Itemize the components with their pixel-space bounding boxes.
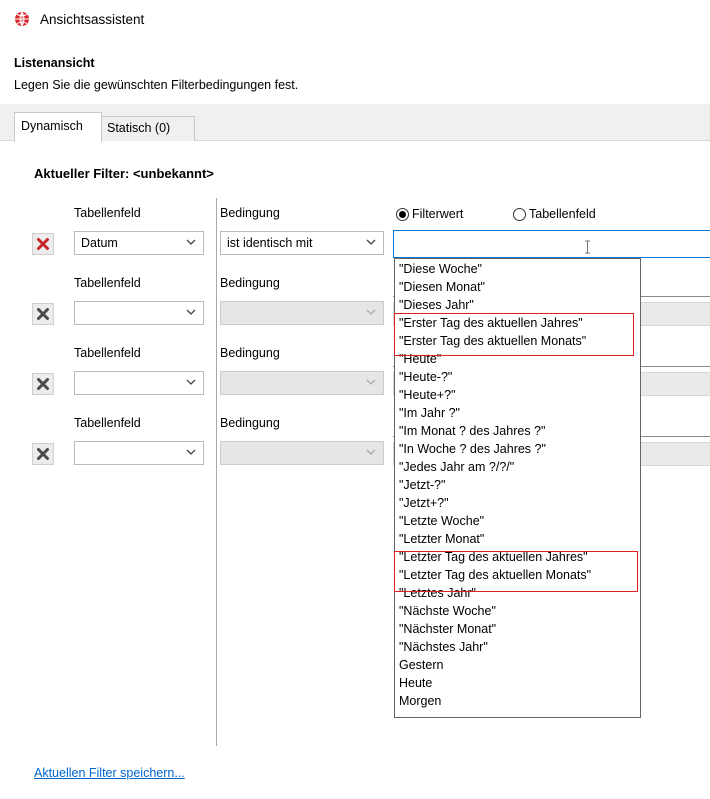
- dropdown-item[interactable]: Morgen: [399, 693, 441, 710]
- close-icon: [37, 308, 49, 320]
- radio-tabellenfeld-label: Tabellenfeld: [529, 207, 596, 221]
- chevron-down-icon: [186, 309, 196, 315]
- select-value: ist identisch mit: [227, 236, 313, 250]
- table-field-label: Tabellenfeld: [74, 276, 141, 290]
- tab-label: Dynamisch: [21, 119, 83, 133]
- dropdown-item[interactable]: "Nächstes Jahr": [399, 639, 488, 656]
- condition-label: Bedingung: [220, 206, 280, 220]
- dropdown-item[interactable]: "In Woche ? des Jahres ?": [399, 441, 546, 458]
- delete-condition-button[interactable]: [32, 233, 54, 255]
- delete-condition-button[interactable]: [32, 443, 54, 465]
- dropdown-item[interactable]: "Heute+?": [399, 387, 455, 404]
- table-field-label: Tabellenfeld: [74, 346, 141, 360]
- dropdown-item[interactable]: "Jetzt-?": [399, 477, 445, 494]
- select-value: Datum: [81, 236, 118, 250]
- table-field-label: Tabellenfeld: [74, 416, 141, 430]
- condition-select[interactable]: [220, 441, 384, 465]
- dropdown-item[interactable]: "Jedes Jahr am ?/?/": [399, 459, 514, 476]
- globe-icon: [14, 11, 30, 27]
- save-filter-link[interactable]: Aktuellen Filter speichern...: [34, 766, 185, 780]
- close-icon: [37, 378, 49, 390]
- text-cursor-icon: [585, 240, 590, 254]
- chevron-down-icon: [366, 449, 376, 455]
- filter-value-input[interactable]: [393, 230, 710, 258]
- dropdown-item[interactable]: "Im Jahr ?": [399, 405, 460, 422]
- chevron-down-icon: [186, 239, 196, 245]
- table-field-select[interactable]: [74, 301, 204, 325]
- highlight-box-last-day: [394, 551, 638, 592]
- table-field-label: Tabellenfeld: [74, 206, 141, 220]
- chevron-down-icon: [366, 379, 376, 385]
- dropdown-item[interactable]: "Diese Woche": [399, 261, 482, 278]
- dropdown-item[interactable]: "Heute-?": [399, 369, 452, 386]
- condition-select[interactable]: [220, 301, 384, 325]
- chevron-down-icon: [366, 239, 376, 245]
- table-field-select[interactable]: [74, 441, 204, 465]
- condition-label: Bedingung: [220, 276, 280, 290]
- dropdown-item[interactable]: "Nächste Woche": [399, 603, 496, 620]
- dropdown-item[interactable]: Heute: [399, 675, 432, 692]
- dropdown-item[interactable]: "Jetzt+?": [399, 495, 449, 512]
- window-title: Ansichtsassistent: [40, 12, 145, 27]
- table-field-select[interactable]: Datum: [74, 231, 204, 255]
- table-field-select[interactable]: [74, 371, 204, 395]
- chevron-down-icon: [366, 309, 376, 315]
- highlight-box-first-day: [394, 313, 634, 356]
- tab-dynamisch[interactable]: Dynamisch: [14, 112, 102, 142]
- page-subtitle: Legen Sie die gewünschten Filterbedingun…: [14, 78, 299, 92]
- radio-filterwert-label: Filterwert: [412, 207, 464, 221]
- condition-label: Bedingung: [220, 416, 280, 430]
- delete-condition-button[interactable]: [32, 373, 54, 395]
- tab-statisch[interactable]: Statisch (0): [100, 116, 195, 141]
- condition-select[interactable]: [220, 371, 384, 395]
- tab-label: Statisch (0): [107, 121, 171, 135]
- dropdown-item[interactable]: "Dieses Jahr": [399, 297, 474, 314]
- page-title: Listenansicht: [14, 56, 95, 70]
- close-icon: [37, 238, 49, 250]
- dropdown-item[interactable]: "Letzte Woche": [399, 513, 484, 530]
- condition-label: Bedingung: [220, 346, 280, 360]
- chevron-down-icon: [186, 449, 196, 455]
- chevron-down-icon: [186, 379, 196, 385]
- condition-select[interactable]: ist identisch mit: [220, 231, 384, 255]
- delete-condition-button[interactable]: [32, 303, 54, 325]
- column-separator: [216, 198, 217, 746]
- radio-tabellenfeld[interactable]: [513, 208, 526, 221]
- dropdown-item[interactable]: "Nächster Monat": [399, 621, 496, 638]
- dropdown-item[interactable]: "Im Monat ? des Jahres ?": [399, 423, 545, 440]
- dropdown-item[interactable]: "Letzter Monat": [399, 531, 484, 548]
- dropdown-item[interactable]: "Diesen Monat": [399, 279, 485, 296]
- dropdown-item[interactable]: Gestern: [399, 657, 443, 674]
- radio-filterwert[interactable]: [396, 208, 409, 221]
- close-icon: [37, 448, 49, 460]
- current-filter-label: Aktueller Filter: <unbekannt>: [34, 166, 214, 181]
